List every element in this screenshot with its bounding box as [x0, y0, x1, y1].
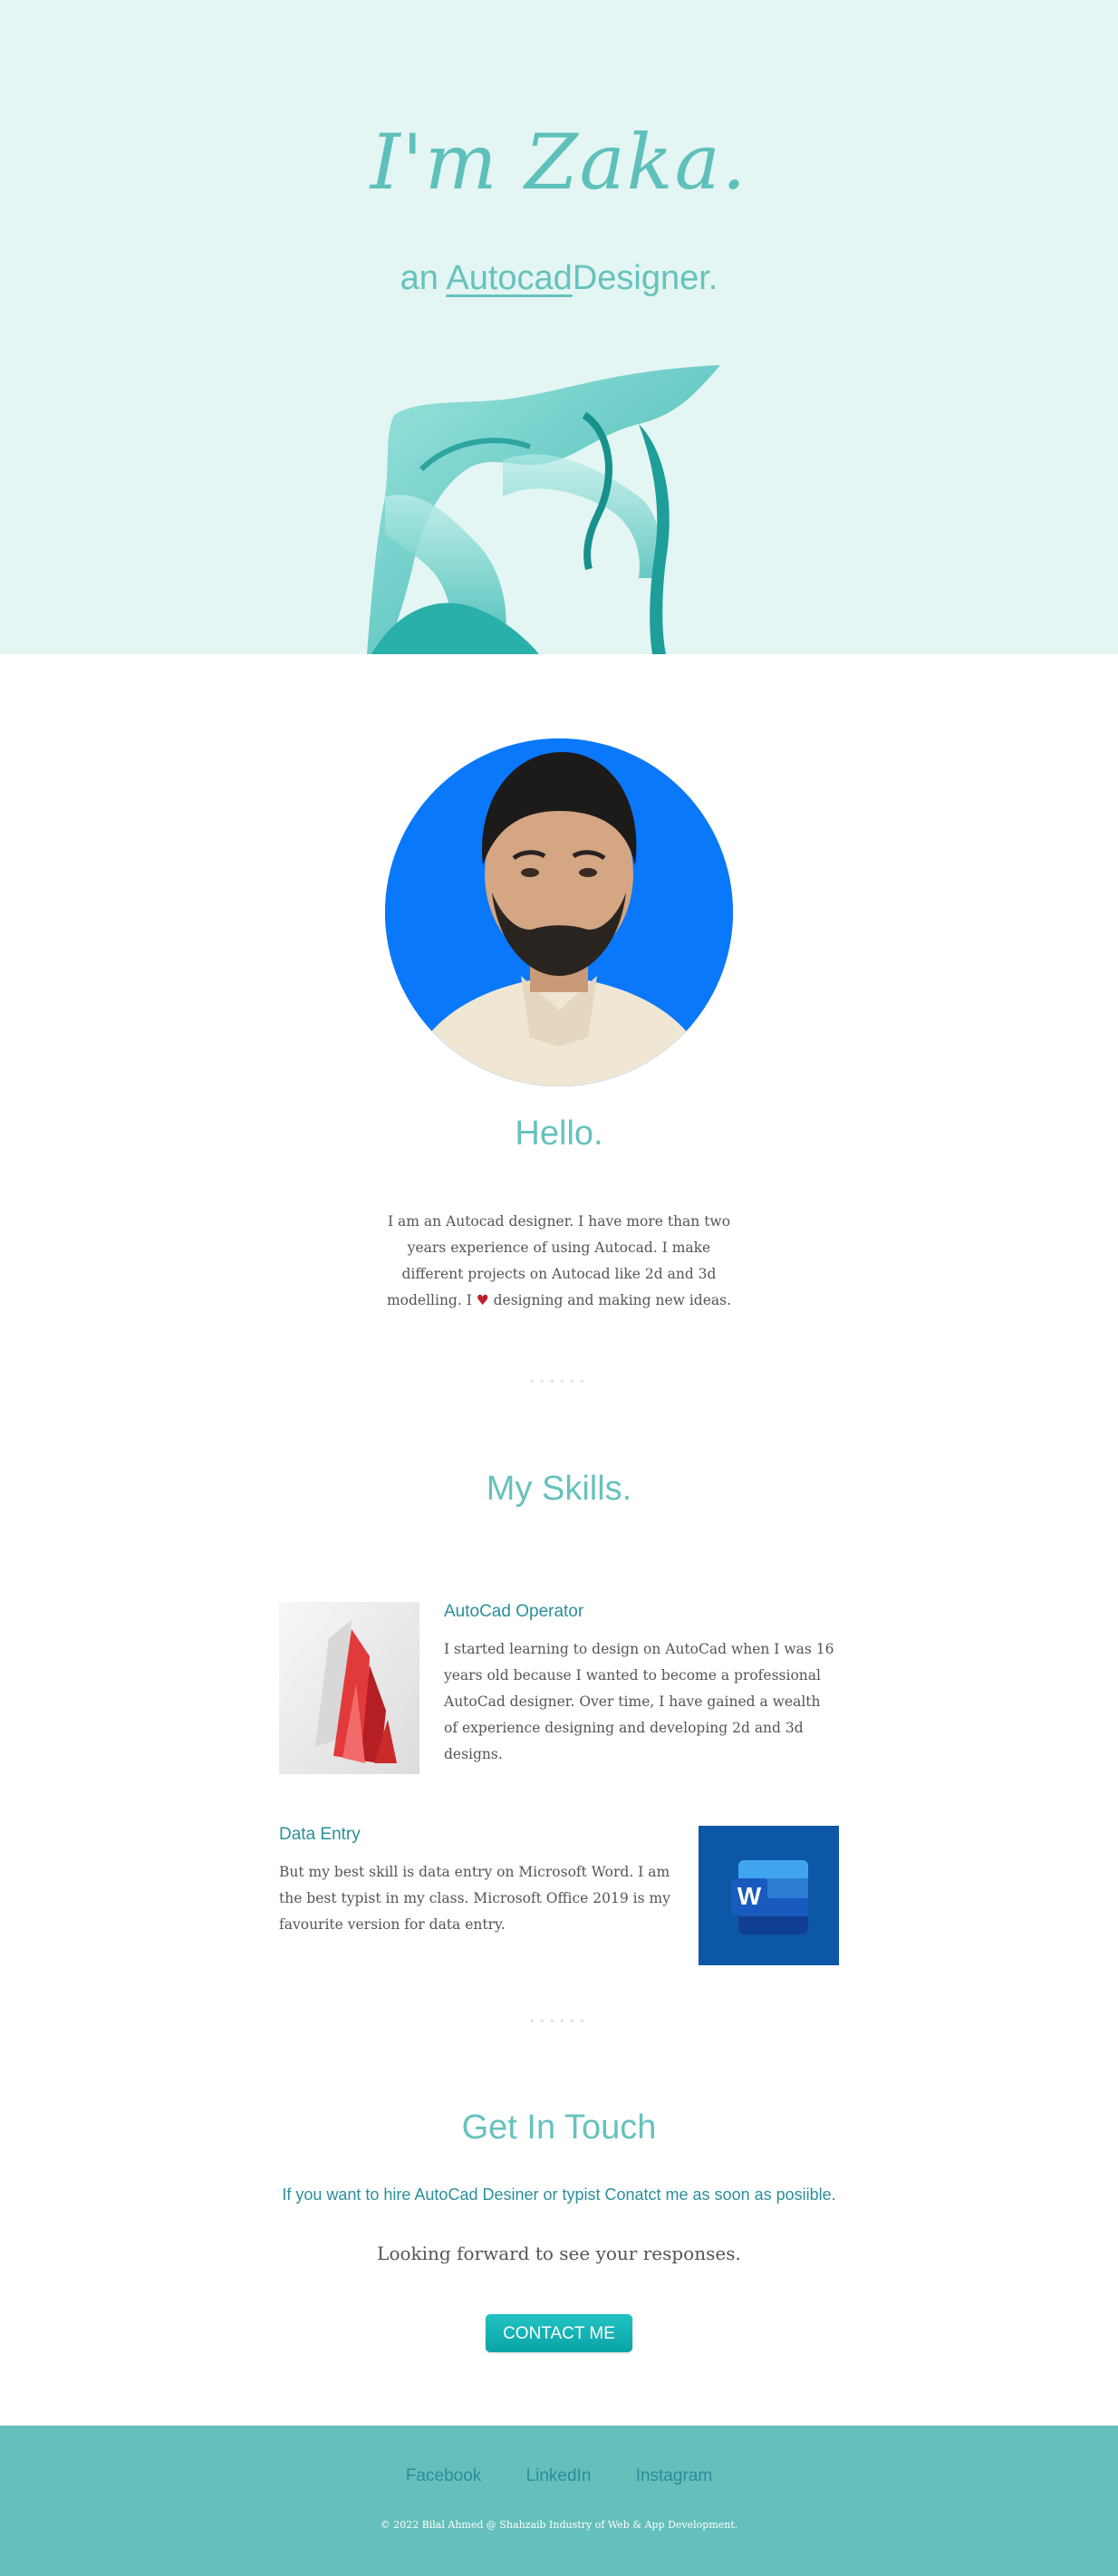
liquid-splash-image: [367, 365, 720, 654]
hero-subtitle-suffix: Designer.: [572, 259, 718, 297]
footer-link-linkedin[interactable]: LinkedIn: [526, 2466, 592, 2485]
hero-subtitle-role: Autocad: [446, 259, 573, 297]
autocad-logo-image: [279, 1602, 419, 1774]
copyright-text: © 2022 Bilal Ahmed @ Shahzaib Industry o…: [380, 2519, 738, 2531]
footer: Facebook LinkedIn Instagram © 2022 Bilal…: [0, 2426, 1118, 2576]
contact-heading: Get In Touch: [461, 2108, 657, 2147]
hero-subtitle-prefix: an: [400, 259, 447, 297]
section-divider: ••••••: [528, 1375, 590, 1388]
about-text: I am an Autocad designer. I have more th…: [382, 1209, 736, 1314]
hero-subtitle: an AutocadDesigner.: [0, 259, 1118, 298]
word-logo-icon: W: [699, 1826, 839, 1965]
skill-text-data-entry: But my best skill is data entry on Micro…: [279, 1864, 670, 1933]
footer-links: Facebook LinkedIn Instagram: [0, 2466, 1118, 2486]
autocad-logo-icon: [279, 1602, 419, 1774]
skill-text-autocad: I started learning to design on AutoCad …: [444, 1641, 834, 1762]
footer-link-facebook[interactable]: Facebook: [406, 2466, 481, 2485]
profile-photo: [385, 738, 733, 1086]
skill-title-autocad: AutoCad Operator: [444, 1602, 584, 1621]
word-logo-letter: W: [737, 1882, 762, 1910]
section-divider-2: ••••••: [528, 2015, 590, 2028]
hero-title: I'm Zaka.: [370, 118, 748, 207]
contact-forward-text: Looking forward to see your responses.: [377, 2243, 741, 2264]
profile-avatar: [385, 738, 733, 1086]
heart-icon: ♥: [476, 1291, 489, 1308]
hero-section: I'm Zaka. an AutocadDesigner.: [0, 0, 1118, 654]
word-logo-image: W: [699, 1826, 839, 1965]
about-heading: Hello.: [515, 1114, 603, 1153]
footer-link-instagram[interactable]: Instagram: [636, 2466, 712, 2485]
skill-title-data-entry: Data Entry: [279, 1825, 361, 1844]
contact-lead-text: If you want to hire AutoCad Desiner or t…: [282, 2185, 836, 2204]
contact-me-button[interactable]: CONTACT ME: [486, 2314, 632, 2352]
about-text-part2: designing and making new ideas.: [488, 1291, 732, 1308]
skills-heading: My Skills.: [486, 1470, 632, 1508]
